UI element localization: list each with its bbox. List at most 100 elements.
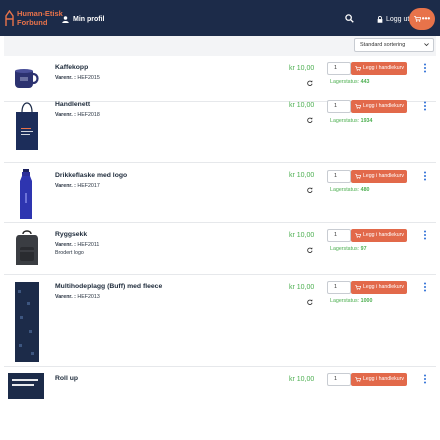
product-description: Brodert logo xyxy=(55,250,84,256)
sku-label: Varenr. : xyxy=(55,183,76,189)
add-to-cart-button[interactable]: Legg i handlekurv xyxy=(351,229,407,242)
product-sku: Varenr. : HEF2015 xyxy=(55,75,100,81)
product-name[interactable]: Handlenett xyxy=(55,101,90,108)
product-price: kr 10,00 xyxy=(289,102,315,109)
add-to-cart-label: Legg i handlekurv xyxy=(363,232,404,238)
product-price: kr 10,00 xyxy=(289,376,315,383)
more-options-icon[interactable] xyxy=(423,63,427,73)
add-to-cart-button[interactable]: Legg i handlekurv xyxy=(351,170,407,183)
quantity-input[interactable]: 1 xyxy=(327,62,351,75)
quantity-input[interactable]: 1 xyxy=(327,373,351,386)
product-image-tote-bag[interactable] xyxy=(11,98,41,154)
add-to-cart-button[interactable]: Legg i handlekurv xyxy=(351,100,407,113)
quantity-input[interactable]: 1 xyxy=(327,170,351,183)
more-options-icon[interactable] xyxy=(423,101,427,111)
product-image-mug[interactable] xyxy=(11,64,41,92)
product-image-backpack[interactable] xyxy=(11,229,41,269)
logo-line-1: Human-Etisk xyxy=(17,9,63,18)
product-name[interactable]: Multihodeplagg (Buff) med fleece xyxy=(55,283,162,290)
stock-status: Lagerstatus: 1000 xyxy=(330,298,372,304)
stock-status: Lagerstatus: 97 xyxy=(330,246,367,252)
product-row: Drikkeflaske med logo Varenr. : HEF2017 … xyxy=(4,163,436,223)
product-row: Multihodeplagg (Buff) med fleece Varenr.… xyxy=(4,275,436,367)
sort-selected-value: Standard sortering xyxy=(360,42,406,48)
sku-label: Varenr. : xyxy=(55,294,76,300)
cart-dots: ••• xyxy=(421,14,431,23)
refresh-icon[interactable] xyxy=(307,117,313,123)
chevron-down-icon xyxy=(424,43,429,47)
product-sku: Varenr. : HEF2013 xyxy=(55,294,100,300)
refresh-icon[interactable] xyxy=(307,80,313,86)
refresh-icon[interactable] xyxy=(307,299,313,305)
product-name[interactable]: Roll up xyxy=(55,375,78,382)
refresh-icon[interactable] xyxy=(307,247,313,253)
add-to-cart-button[interactable]: Legg i handlekurv xyxy=(351,62,407,75)
cart-button[interactable]: ••• xyxy=(409,8,435,30)
product-image-neck-gaiter[interactable] xyxy=(11,282,41,364)
stock-label: Lagerstatus: xyxy=(330,118,360,124)
more-options-icon[interactable] xyxy=(423,282,427,292)
add-to-cart-label: Legg i handlekurv xyxy=(363,284,404,290)
logo-icon xyxy=(5,10,14,26)
search-icon[interactable] xyxy=(345,14,354,23)
stock-value: 480 xyxy=(360,187,370,193)
add-to-cart-label: Legg i handlekurv xyxy=(363,376,404,382)
logout-label: Logg ut xyxy=(386,15,410,23)
cart-icon xyxy=(355,233,361,238)
cart-icon xyxy=(355,174,361,179)
add-to-cart-label: Legg i handlekurv xyxy=(363,103,404,109)
product-image-roll-up[interactable] xyxy=(8,373,44,399)
product-sku: Varenr. : HEF2011 xyxy=(55,242,99,248)
stock-label: Lagerstatus: xyxy=(330,187,360,193)
logout-link[interactable]: Logg ut xyxy=(377,13,409,25)
stock-status: Lagerstatus: 480 xyxy=(330,187,369,193)
product-sku: Varenr. : HEF2017 xyxy=(55,183,100,189)
product-price: kr 10,00 xyxy=(289,232,315,239)
cart-icon xyxy=(355,104,361,109)
stock-value: 97 xyxy=(360,246,367,252)
more-options-icon[interactable] xyxy=(423,374,427,384)
stock-label: Lagerstatus: xyxy=(330,246,360,252)
quantity-input[interactable]: 1 xyxy=(327,281,351,294)
stock-value: 443 xyxy=(360,79,370,85)
product-row: Ryggsekk Varenr. : HEF2011 Brodert logo … xyxy=(4,223,436,275)
stock-label: Lagerstatus: xyxy=(330,79,360,85)
lock-icon xyxy=(377,15,383,23)
user-icon xyxy=(62,15,69,23)
stock-value: 1000 xyxy=(360,298,373,304)
quantity-input[interactable]: 1 xyxy=(327,229,351,242)
top-navbar: Human-Etisk Forbund Min profil Logg ut •… xyxy=(0,0,440,36)
my-profile-label: Min profil xyxy=(73,15,105,23)
product-price: kr 10,00 xyxy=(289,65,315,72)
sku-value: HEF2011 xyxy=(77,242,100,248)
product-row: Handlenett Varenr. : HEF2018 kr 10,00 1 … xyxy=(4,92,436,163)
sku-value: HEF2015 xyxy=(77,75,100,81)
product-name[interactable]: Kaffekopp xyxy=(55,64,88,71)
more-options-icon[interactable] xyxy=(423,171,427,181)
cart-icon xyxy=(413,16,421,22)
my-profile-link[interactable]: Min profil xyxy=(62,13,105,25)
site-logo[interactable]: Human-Etisk Forbund xyxy=(5,9,67,29)
product-row: Roll up kr 10,00 1 Legg i handlekurv xyxy=(4,367,436,440)
product-price: kr 10,00 xyxy=(289,172,315,179)
quantity-input[interactable]: 1 xyxy=(327,100,351,113)
logo-text: Human-Etisk Forbund xyxy=(17,9,63,27)
cart-icon xyxy=(355,66,361,71)
stock-status: Lagerstatus: 1934 xyxy=(330,118,372,124)
product-name[interactable]: Drikkeflaske med logo xyxy=(55,172,127,179)
sku-value: HEF2017 xyxy=(77,183,100,189)
stock-value: 1934 xyxy=(360,118,373,124)
product-image-bottle[interactable] xyxy=(11,167,41,223)
stock-label: Lagerstatus: xyxy=(330,298,360,304)
sort-select[interactable]: Standard sortering xyxy=(354,38,434,52)
sku-label: Varenr. : xyxy=(55,242,76,248)
sku-value: HEF2018 xyxy=(77,112,100,118)
add-to-cart-label: Legg i handlekurv xyxy=(363,65,404,71)
more-options-icon[interactable] xyxy=(423,230,427,240)
product-name[interactable]: Ryggsekk xyxy=(55,231,87,238)
add-to-cart-button[interactable]: Legg i handlekurv xyxy=(351,373,407,386)
sku-value: HEF2013 xyxy=(77,294,100,300)
refresh-icon[interactable] xyxy=(307,187,313,193)
add-to-cart-button[interactable]: Legg i handlekurv xyxy=(351,281,407,294)
cart-icon xyxy=(355,285,361,290)
